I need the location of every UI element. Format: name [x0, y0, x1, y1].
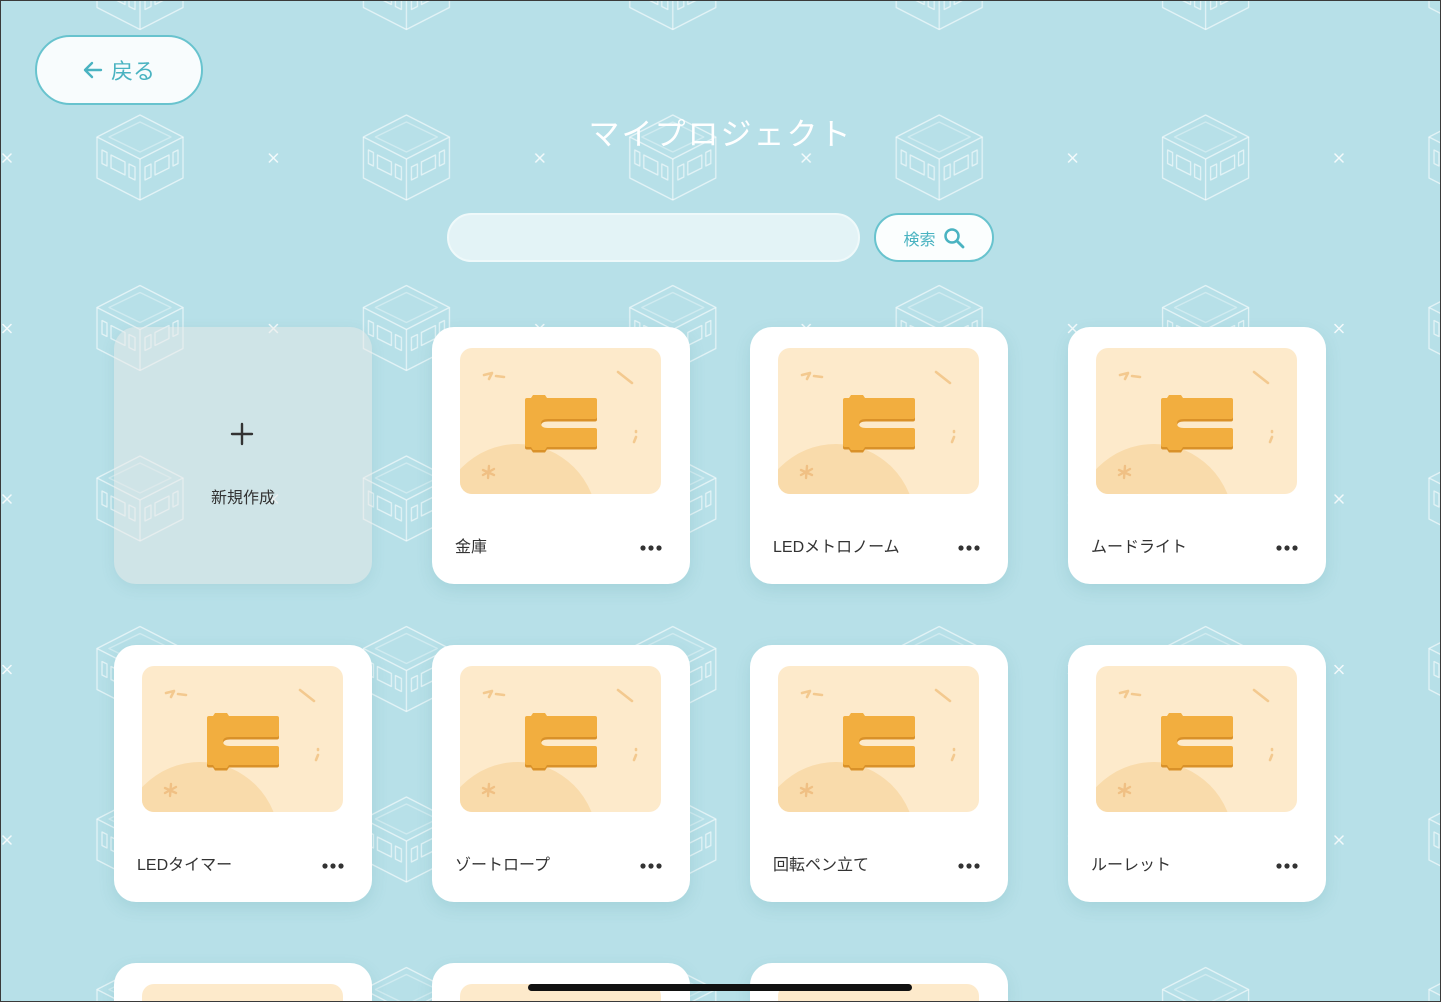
project-thumbnail: [1096, 666, 1297, 812]
project-card[interactable]: LEDタイマー: [114, 645, 372, 902]
arrow-left-icon: [83, 60, 103, 80]
more-icon[interactable]: [958, 861, 980, 871]
code-block-icon: [778, 370, 956, 494]
more-icon[interactable]: [640, 861, 662, 871]
more-icon[interactable]: [640, 543, 662, 553]
project-thumbnail: [142, 666, 343, 812]
home-indicator[interactable]: [528, 984, 912, 991]
code-block-icon: [1096, 370, 1274, 494]
project-thumbnail: [460, 348, 661, 494]
page-title: マイプロジェクト: [588, 117, 853, 152]
search-button[interactable]: 検索: [874, 213, 994, 262]
project-name: 回転ペン立て: [773, 857, 870, 874]
project-thumbnail: [1096, 348, 1297, 494]
back-button-label: 戻る: [110, 59, 155, 84]
project-card[interactable]: ルーレット: [1068, 645, 1326, 902]
code-block-icon: [778, 688, 956, 812]
code-block-icon: [460, 688, 638, 812]
project-name: LEDタイマー: [137, 857, 233, 874]
more-icon[interactable]: [1276, 861, 1298, 871]
search-icon: [943, 227, 965, 249]
project-name: LEDメトロノーム: [773, 539, 900, 556]
project-thumbnail: [460, 666, 661, 812]
code-block-icon: [142, 688, 320, 812]
back-button[interactable]: 戻る: [35, 35, 203, 105]
project-name: ムードライト: [1091, 539, 1188, 556]
project-card[interactable]: ゾートロープ: [432, 645, 690, 902]
project-name: ルーレット: [1091, 857, 1172, 874]
project-card[interactable]: [114, 963, 372, 1001]
new-project-label: 新規作成: [210, 490, 275, 507]
project-card[interactable]: 金庫: [432, 327, 690, 584]
more-icon[interactable]: [322, 861, 344, 871]
code-block-icon: [460, 370, 638, 494]
new-project-card[interactable]: 新規作成: [114, 327, 372, 584]
project-thumbnail: [142, 984, 343, 1001]
project-card[interactable]: [432, 963, 690, 1001]
my-projects-screen: 戻る マイプロジェクト 検索 新規作成 金庫 LEDメトロノーム ムードライト …: [0, 0, 1441, 1002]
project-card[interactable]: 回転ペン立て: [750, 645, 1008, 902]
project-card[interactable]: LEDメトロノーム: [750, 327, 1008, 584]
project-thumbnail: [778, 348, 979, 494]
search-button-label: 検索: [903, 231, 936, 249]
project-card[interactable]: [750, 963, 1008, 1001]
code-block-icon: [1096, 688, 1274, 812]
more-icon[interactable]: [958, 543, 980, 553]
project-name: 金庫: [455, 539, 488, 556]
more-icon[interactable]: [1276, 543, 1298, 553]
search-input[interactable]: [447, 213, 860, 262]
project-thumbnail: [778, 666, 979, 812]
project-name: ゾートロープ: [455, 857, 551, 874]
plus-icon: [230, 422, 254, 446]
project-card[interactable]: ムードライト: [1068, 327, 1326, 584]
